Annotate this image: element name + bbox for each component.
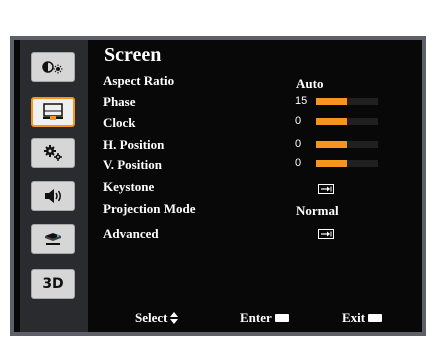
projection-mode-value[interactable]: Normal: [296, 203, 339, 219]
3d-icon: 3D: [42, 276, 64, 292]
category-options[interactable]: [31, 224, 75, 254]
category-settings[interactable]: [31, 138, 75, 168]
footer-exit-hint: Exit: [342, 310, 383, 326]
menu-item-phase[interactable]: Phase: [103, 94, 136, 110]
advanced-enter-icon[interactable]: [318, 229, 334, 239]
clock-slider-fill: [316, 118, 347, 125]
category-picture[interactable]: [31, 52, 75, 82]
footer-exit-label: Exit: [342, 310, 366, 325]
page-title: Screen: [104, 44, 162, 66]
picture-icon: [42, 61, 63, 74]
aspect-ratio-value[interactable]: Auto: [296, 76, 323, 92]
options-icon: [45, 233, 61, 245]
menu-item-aspect-ratio[interactable]: Aspect Ratio: [103, 73, 174, 89]
menu-item-clock[interactable]: Clock: [103, 115, 136, 131]
v-position-slider-fill: [316, 160, 347, 167]
menu-item-advanced[interactable]: Advanced: [103, 226, 159, 242]
phase-slider[interactable]: [316, 98, 378, 105]
clock-slider[interactable]: [316, 118, 378, 125]
volume-icon: [45, 189, 61, 203]
clock-value: 0: [295, 115, 302, 127]
keystone-enter-icon[interactable]: [318, 184, 334, 194]
enter-key-icon: [274, 314, 289, 322]
h-position-slider-fill: [316, 141, 347, 148]
v-position-value: 0: [295, 157, 302, 169]
menu-item-h-position[interactable]: H. Position: [103, 137, 164, 153]
phase-value: 15: [295, 95, 308, 107]
category-volume[interactable]: [31, 181, 75, 211]
category-3d[interactable]: 3D: [31, 269, 75, 299]
footer-enter-hint: Enter: [240, 310, 289, 326]
footer-enter-label: Enter: [240, 310, 272, 325]
menu-key-icon: [368, 314, 383, 322]
h-position-slider[interactable]: [316, 141, 378, 148]
settings-icon: [44, 145, 62, 161]
menu-item-v-position[interactable]: V. Position: [103, 157, 162, 173]
h-position-value: 0: [295, 138, 302, 150]
menu-item-keystone[interactable]: Keystone: [103, 179, 154, 195]
v-position-slider[interactable]: [316, 160, 378, 167]
up-down-arrows-icon: [170, 312, 179, 324]
screen-icon: [43, 103, 63, 120]
footer-select-hint: Select: [135, 310, 179, 326]
menu-item-projection-mode[interactable]: Projection Mode: [103, 201, 196, 217]
phase-slider-fill: [316, 98, 347, 105]
footer-select-label: Select: [135, 310, 168, 325]
category-screen[interactable]: [31, 97, 75, 127]
